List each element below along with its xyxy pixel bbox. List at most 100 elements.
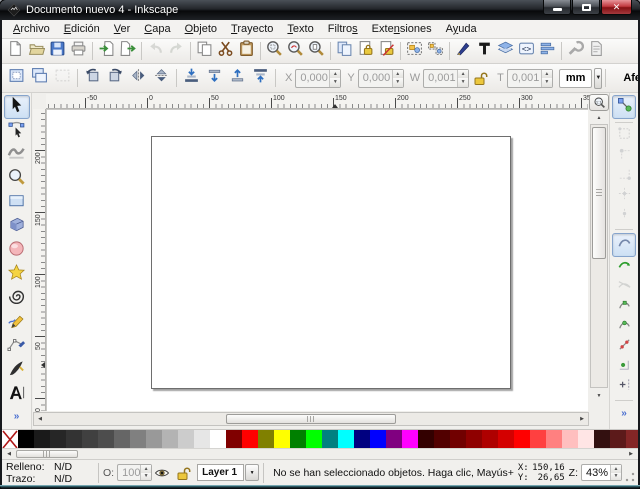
canvas[interactable] bbox=[46, 109, 588, 411]
paste-button[interactable] bbox=[236, 41, 257, 62]
height-field-down-button[interactable]: ▼ bbox=[542, 78, 552, 87]
flip-horizontal-button[interactable] bbox=[127, 67, 150, 90]
opacity-spinbox[interactable]: 100 ▲▼ bbox=[117, 464, 152, 481]
zoom-to-drawing-button[interactable] bbox=[285, 41, 306, 62]
fill-stroke-indicator[interactable]: Relleno: N/D Trazo: N/D bbox=[2, 461, 94, 485]
palette-swatch-999999[interactable] bbox=[146, 430, 162, 448]
maximize-button[interactable] bbox=[572, 0, 600, 15]
raise-to-top-button[interactable] bbox=[249, 67, 272, 90]
layer-dropdown-button[interactable]: ▼ bbox=[245, 464, 259, 481]
palette-swatch-ff0000[interactable] bbox=[514, 430, 530, 448]
width-field[interactable]: 0,001▲▼ bbox=[423, 69, 469, 88]
height-field-up-button[interactable]: ▲ bbox=[542, 70, 552, 79]
palette-swatch-808000[interactable] bbox=[258, 430, 274, 448]
zoom-down-button[interactable]: ▼ bbox=[611, 473, 621, 481]
palette-swatch-404040[interactable] bbox=[82, 430, 98, 448]
create-clone-button[interactable] bbox=[355, 41, 376, 62]
palette-swatch-008080[interactable] bbox=[322, 430, 338, 448]
width-field-up-button[interactable]: ▲ bbox=[458, 70, 468, 79]
palette-swatch-000080[interactable] bbox=[354, 430, 370, 448]
vertical-scroll-track[interactable] bbox=[590, 124, 608, 388]
x-field[interactable]: 0,000▲▼ bbox=[295, 69, 341, 88]
star-tool-button[interactable] bbox=[4, 263, 30, 287]
menu-filtros[interactable]: Filtros bbox=[321, 21, 365, 37]
pencil-tool-button[interactable] bbox=[4, 311, 30, 335]
palette-swatch-800000[interactable] bbox=[226, 430, 242, 448]
unlink-clone-button[interactable] bbox=[376, 41, 397, 62]
palette-swatch-ffff00[interactable] bbox=[274, 430, 290, 448]
vertical-ruler[interactable]: 200150100500 bbox=[33, 109, 46, 411]
vertical-scrollbar[interactable]: 1:1 ▲ ▼ bbox=[589, 93, 609, 412]
horizontal-ruler[interactable]: -50050100150200250300350 bbox=[46, 94, 588, 109]
close-button[interactable]: ✕ bbox=[601, 0, 632, 15]
palette-swatch-ffbfbf[interactable] bbox=[562, 430, 578, 448]
snap-nodes-handles-button[interactable] bbox=[612, 233, 636, 257]
layers-dialog-button[interactable] bbox=[495, 41, 516, 62]
zoom-to-page-button[interactable] bbox=[306, 41, 327, 62]
document-properties-button[interactable] bbox=[586, 41, 607, 62]
scroll-left-button[interactable]: ◀ bbox=[34, 413, 46, 425]
palette-swatch-00ff00[interactable] bbox=[306, 430, 322, 448]
palette-swatch-4d4d4d[interactable] bbox=[98, 430, 114, 448]
fill-stroke-dialog-button[interactable] bbox=[453, 41, 474, 62]
calligraphy-tool-button[interactable] bbox=[4, 359, 30, 383]
palette-swatch-330000[interactable] bbox=[418, 430, 434, 448]
opacity-down-button[interactable]: ▼ bbox=[141, 473, 151, 481]
ungroup-objects-button[interactable] bbox=[425, 41, 446, 62]
zoom-to-selection-button[interactable] bbox=[264, 41, 285, 62]
palette-swatch-666666[interactable] bbox=[114, 430, 130, 448]
rotate-90-ccw-button[interactable] bbox=[81, 67, 104, 90]
menu-ayuda[interactable]: Ayuda bbox=[439, 21, 484, 37]
palette-swatch-5c1a1a[interactable] bbox=[610, 430, 626, 448]
menu-texto[interactable]: Texto bbox=[280, 21, 320, 37]
rotate-90-cw-button[interactable] bbox=[104, 67, 127, 90]
title-bar[interactable]: Documento nuevo 4 - Inkscape ✕ bbox=[0, 0, 640, 20]
lock-ratio-open-icon[interactable] bbox=[472, 70, 488, 86]
text-dialog-button[interactable] bbox=[474, 41, 495, 62]
minimize-button[interactable] bbox=[543, 0, 571, 15]
snap-to-paths-button[interactable] bbox=[612, 257, 636, 277]
palette-swatch-ff8080[interactable] bbox=[546, 430, 562, 448]
palette-swatch-ffe5e5[interactable] bbox=[578, 430, 594, 448]
toolbox-overflow-button[interactable]: » bbox=[14, 411, 20, 422]
palette-swatch-8f0000[interactable] bbox=[466, 430, 482, 448]
palette-swatch-ff00ff[interactable] bbox=[402, 430, 418, 448]
palette-swatch-800080[interactable] bbox=[386, 430, 402, 448]
layer-lock-icon[interactable] bbox=[175, 465, 192, 481]
width-field-down-button[interactable]: ▼ bbox=[458, 78, 468, 87]
palette-swatch-000000[interactable] bbox=[18, 430, 34, 448]
palette-scroll-thumb[interactable] bbox=[16, 450, 78, 458]
x-field-down-button[interactable]: ▼ bbox=[330, 78, 340, 87]
palette-swatch-710000[interactable] bbox=[450, 430, 466, 448]
menu-extensiones[interactable]: Extensiones bbox=[365, 21, 439, 37]
lower-to-bottom-button[interactable] bbox=[180, 67, 203, 90]
palette-swatch-ff0000[interactable] bbox=[242, 430, 258, 448]
palette-swatch-808080[interactable] bbox=[130, 430, 146, 448]
palette-swatch-0000ff[interactable] bbox=[370, 430, 386, 448]
horizontal-scroll-thumb[interactable] bbox=[226, 414, 396, 424]
scroll-right-button[interactable]: ▶ bbox=[576, 413, 588, 425]
scroll-down-button[interactable]: ▼ bbox=[590, 390, 608, 401]
snap-rotation-centers-button[interactable] bbox=[612, 377, 636, 397]
zoom-spinbox[interactable]: 43% ▲▼ bbox=[581, 464, 622, 481]
print-button[interactable] bbox=[68, 41, 89, 62]
select-all-in-all-layers-button[interactable] bbox=[28, 67, 51, 90]
palette-swatch-520000[interactable] bbox=[434, 430, 450, 448]
unit-value[interactable]: mm bbox=[559, 69, 593, 88]
palette-swatch-cccccc[interactable] bbox=[178, 430, 194, 448]
spiral-tool-button[interactable] bbox=[4, 287, 30, 311]
palette-scroll-left-button[interactable]: ◀ bbox=[3, 450, 15, 458]
y-field-up-button[interactable]: ▲ bbox=[393, 70, 403, 79]
bezier-tool-button[interactable] bbox=[4, 335, 30, 359]
snap-object-centers-button[interactable] bbox=[612, 357, 636, 377]
snap-smooth-nodes-button[interactable] bbox=[612, 317, 636, 337]
text-tool-button[interactable] bbox=[4, 383, 30, 407]
node-tool-button[interactable] bbox=[4, 119, 30, 143]
raise-button[interactable] bbox=[226, 67, 249, 90]
palette-swatch-842626[interactable] bbox=[626, 430, 638, 448]
selector-tool-button[interactable] bbox=[4, 95, 30, 119]
import-button[interactable] bbox=[96, 41, 117, 62]
export-button[interactable] bbox=[117, 41, 138, 62]
menu-trayecto[interactable]: Trayecto bbox=[224, 21, 280, 37]
y-field-down-button[interactable]: ▼ bbox=[393, 78, 403, 87]
